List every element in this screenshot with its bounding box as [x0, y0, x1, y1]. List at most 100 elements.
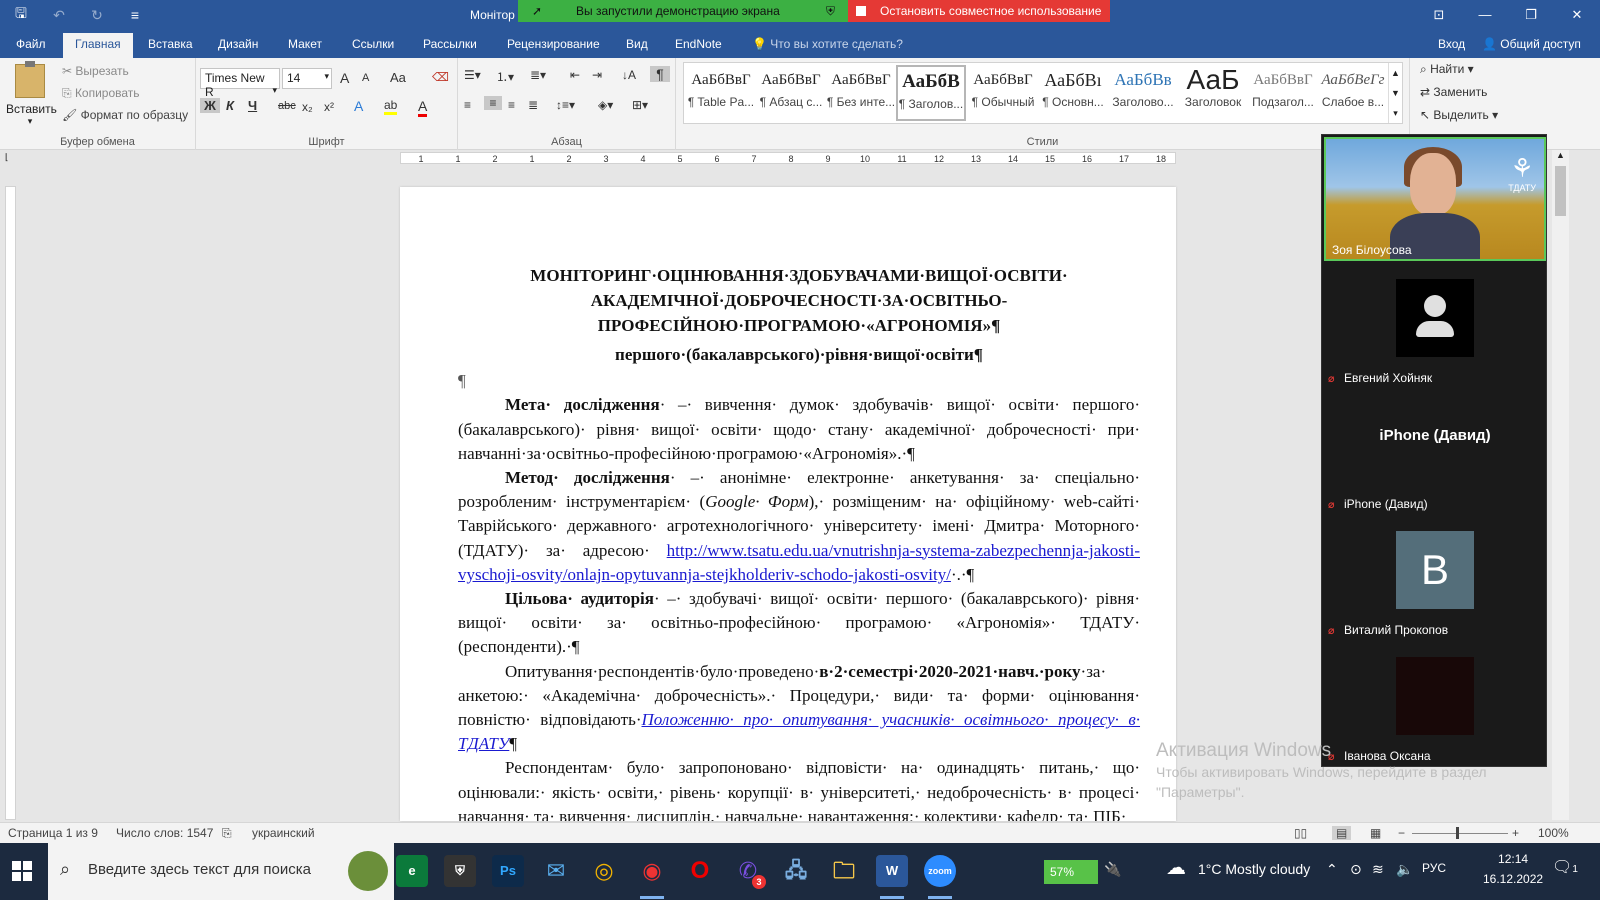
underline-button[interactable]: Ч: [248, 98, 257, 113]
justify-icon[interactable]: ≣: [528, 98, 538, 112]
read-mode-icon[interactable]: ▯▯: [1294, 826, 1307, 840]
proofing-icon[interactable]: ⎘: [222, 826, 232, 841]
clock[interactable]: 12:14 16.12.2022: [1483, 849, 1543, 889]
zoom-slider-thumb[interactable]: [1456, 827, 1459, 839]
superscript-button[interactable]: x²: [324, 100, 334, 114]
battery-indicator[interactable]: 57%: [1044, 860, 1098, 884]
document-body[interactable]: МОНІТОРИНГ·ОЦІНЮВАННЯ·ЗДОБУВАЧАМИ·ВИЩОЇ·…: [458, 263, 1140, 821]
tab-selector[interactable]: ⌊: [5, 152, 16, 164]
style-main[interactable]: АаБбВı ¶ Основн...: [1038, 65, 1108, 121]
font-size-select[interactable]: 14 ▾: [282, 68, 332, 89]
format-painter-button[interactable]: 🖌 Формат по образцу: [62, 108, 188, 122]
tab-review[interactable]: Рецензирование: [507, 37, 600, 51]
vertical-ruler[interactable]: [5, 186, 16, 820]
line-spacing-icon[interactable]: ↕≡▾: [556, 98, 575, 112]
scroll-up-icon[interactable]: ▲: [1552, 150, 1569, 160]
tab-layout[interactable]: Макет: [288, 37, 322, 51]
font-name-select[interactable]: Times New R ▾: [200, 68, 280, 99]
weather-text[interactable]: 1°C Mostly cloudy: [1198, 861, 1310, 877]
participant-tile[interactable]: ⚘ ТДАТУ Зоя Білоусова: [1322, 135, 1548, 261]
word-icon[interactable]: W: [876, 855, 908, 899]
zoom-icon[interactable]: zoom: [924, 855, 956, 899]
viber-icon[interactable]: ✆ 3: [732, 855, 766, 889]
document-page[interactable]: МОНІТОРИНГ·ОЦІНЮВАННЯ·ЗДОБУВАЧАМИ·ВИЩОЇ·…: [400, 187, 1176, 821]
tab-references[interactable]: Ссылки: [352, 37, 394, 51]
strikethrough-button[interactable]: abc: [278, 100, 296, 112]
style-heading-1[interactable]: АаБбВв Заголово...: [1108, 65, 1178, 121]
text-effects-button[interactable]: A: [354, 98, 363, 114]
numbering-icon[interactable]: ⒈▾: [496, 68, 514, 85]
tab-design[interactable]: Дизайн: [218, 37, 258, 51]
redo-icon[interactable]: ↻: [86, 7, 108, 24]
edge-icon[interactable]: e: [396, 855, 428, 887]
highlight-button[interactable]: ab: [384, 98, 398, 115]
copy-button[interactable]: ⎘ Копировать: [62, 86, 140, 101]
language-status[interactable]: украинский: [252, 826, 315, 840]
subscript-button[interactable]: x₂: [302, 100, 313, 114]
windows-start-icon[interactable]: [12, 861, 32, 881]
change-case-button[interactable]: Aa: [390, 70, 406, 85]
participant-tile[interactable]: iPhone (Давид) ⌀ iPhone (Давид): [1322, 387, 1548, 513]
shrink-font-button[interactable]: A: [362, 72, 369, 84]
sort-icon[interactable]: ↓A: [622, 68, 636, 82]
font-color-button[interactable]: A: [418, 98, 428, 117]
input-language[interactable]: РУС: [1422, 861, 1446, 875]
clear-formatting-icon[interactable]: ⌫: [432, 70, 449, 84]
cut-button[interactable]: ✂ Вырезать: [62, 64, 129, 78]
shading-icon[interactable]: ◈▾: [598, 98, 613, 112]
mail-icon[interactable]: ✉: [540, 855, 572, 887]
ribbon-display-options-button[interactable]: ⊡: [1416, 0, 1462, 30]
tell-me-input[interactable]: 💡 Что вы хотите сделать?: [752, 37, 903, 51]
style-title[interactable]: АаБ Заголовок: [1178, 65, 1248, 121]
tab-view[interactable]: Вид: [626, 37, 648, 51]
chevron-up-icon[interactable]: ⌃: [1326, 861, 1338, 878]
notification-icon[interactable]: 🗨1: [1552, 857, 1578, 877]
find-button[interactable]: ⌕ Найти ▾: [1420, 62, 1474, 77]
zoom-level[interactable]: 100%: [1538, 826, 1569, 840]
replace-button[interactable]: ⇄ Заменить: [1420, 85, 1487, 99]
horizontal-ruler[interactable]: 11212345678910111213141516171819: [400, 152, 1176, 164]
tab-file[interactable]: Файл: [16, 37, 46, 51]
zoom-in-button[interactable]: +: [1512, 826, 1519, 840]
sign-in-link[interactable]: Вход: [1438, 37, 1465, 51]
network-app-icon[interactable]: 🖧: [780, 855, 812, 887]
save-icon[interactable]: 🖫: [10, 3, 32, 27]
align-left-icon[interactable]: ≡: [464, 98, 471, 112]
participant-tile[interactable]: ⌀ Евгений Хойняк: [1322, 261, 1548, 387]
select-button[interactable]: ↖ Выделить ▾: [1420, 108, 1498, 122]
participant-tile[interactable]: B ⌀ Виталий Прокопов: [1322, 513, 1548, 639]
close-button[interactable]: ✕: [1554, 0, 1600, 30]
browser-icon[interactable]: ◎: [588, 855, 620, 887]
grow-font-button[interactable]: A: [340, 70, 349, 86]
bold-button[interactable]: Ж: [200, 98, 220, 113]
style-list-paragraph[interactable]: АаБбВвГ ¶ Абзац с...: [756, 65, 826, 121]
align-right-icon[interactable]: ≡: [508, 98, 515, 112]
increase-indent-icon[interactable]: ⇥: [592, 68, 602, 82]
style-normal[interactable]: АаБбВвГ ¶ Обычный: [968, 65, 1038, 121]
scroll-thumb[interactable]: [1555, 166, 1566, 216]
paste-button[interactable]: Вставить ▾: [6, 61, 57, 127]
opera-icon[interactable]: O: [684, 855, 716, 887]
photoshop-icon[interactable]: Ps: [492, 855, 524, 887]
bullets-icon[interactable]: ☰▾: [464, 68, 481, 82]
page-count[interactable]: Страница 1 из 9: [8, 826, 98, 840]
restore-button[interactable]: ❐: [1508, 0, 1554, 30]
zoom-slider[interactable]: [1412, 833, 1508, 834]
show-marks-icon[interactable]: ¶: [650, 66, 670, 82]
decrease-indent-icon[interactable]: ⇤: [570, 68, 580, 82]
taskbar-search[interactable]: ⌕ Введите здесь текст для поиска: [48, 843, 394, 900]
zoom-out-button[interactable]: −: [1398, 826, 1405, 840]
customize-qat-icon[interactable]: ≡: [124, 7, 146, 23]
style-no-spacing[interactable]: АаБбВвГ ¶ Без инте...: [826, 65, 896, 121]
share-button[interactable]: 👤 Общий доступ: [1482, 37, 1581, 51]
style-heading[interactable]: АаБбВ ¶ Заголов...: [896, 65, 966, 121]
volume-icon[interactable]: 🔈: [1396, 861, 1413, 878]
style-subtle-emphasis[interactable]: АаБбВеГг Слабое в...: [1318, 65, 1388, 121]
minimize-button[interactable]: —: [1462, 0, 1508, 30]
wifi-icon[interactable]: ≋: [1372, 861, 1384, 878]
chrome-icon[interactable]: ◉: [636, 855, 668, 899]
style-table-paragraph[interactable]: АаБбВвГ ¶ Table Pa...: [686, 65, 756, 121]
styles-scroll[interactable]: ▲ ▼ ▾: [1388, 63, 1402, 123]
print-layout-icon[interactable]: ▤: [1332, 826, 1352, 840]
multilevel-list-icon[interactable]: ≣▾: [530, 68, 546, 82]
